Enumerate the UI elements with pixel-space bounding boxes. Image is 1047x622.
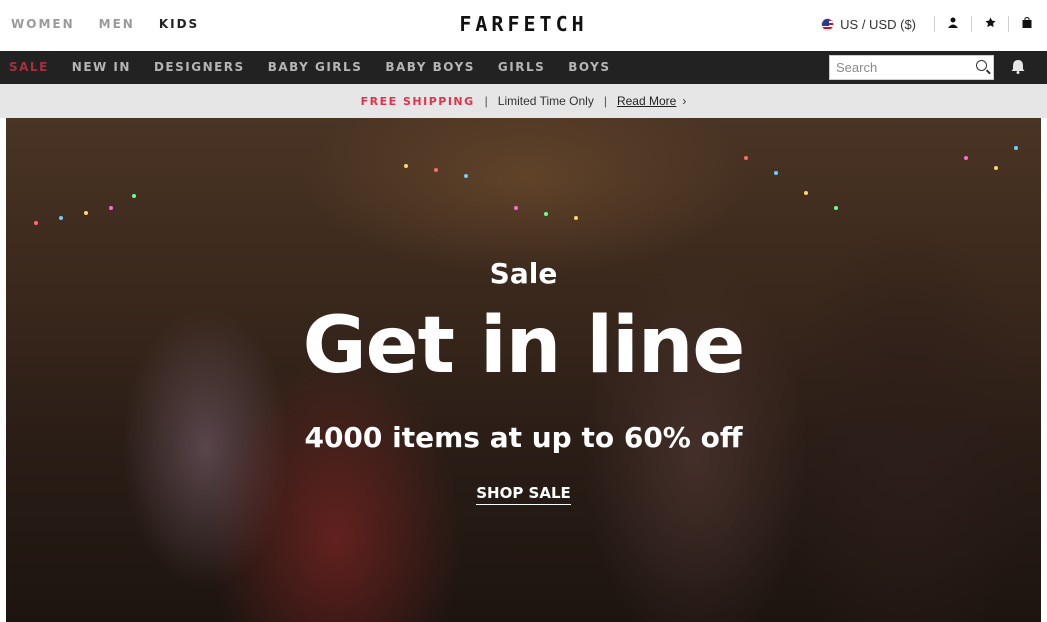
bag-icon[interactable] [1017,17,1037,31]
promo-separator: | [484,94,488,108]
account-icon[interactable] [943,17,963,31]
search-icon[interactable] [976,60,987,71]
shop-sale-link[interactable]: SHOP SALE [476,484,571,505]
category-links: SALE NEW IN DESIGNERS BABY GIRLS BABY BO… [9,60,611,74]
currency-selector[interactable]: US / USD ($) [821,17,926,32]
category-nav: SALE NEW IN DESIGNERS BABY GIRLS BABY BO… [0,51,1047,84]
cat-girls[interactable]: GIRLS [498,60,545,74]
cat-boys[interactable]: BOYS [568,60,610,74]
hero-eyebrow: Sale [489,257,558,290]
cat-baby-boys[interactable]: BABY BOYS [385,60,475,74]
cat-designers[interactable]: DESIGNERS [154,60,245,74]
divider [934,16,935,32]
read-more-link[interactable]: Read More [617,94,676,108]
top-header: WOMEN MEN KIDS FARFETCH US / USD ($) [0,0,1047,51]
divider [971,16,972,32]
promo-banner: FREE SHIPPING | Limited Time Only | Read… [0,84,1047,118]
hero-subtitle: 4000 items at up to 60% off [304,421,743,454]
search-box [829,55,994,80]
us-flag-icon [821,17,835,31]
limited-time-text: Limited Time Only [497,94,594,108]
cat-new-in[interactable]: NEW IN [72,60,131,74]
cat-sale[interactable]: SALE [9,60,49,74]
header-actions: US / USD ($) [821,15,1037,33]
wishlist-star-icon[interactable] [980,17,1000,31]
cat-baby-girls[interactable]: BABY GIRLS [268,60,363,74]
notification-bell-icon[interactable] [1011,59,1025,79]
search-input[interactable] [830,56,970,79]
hero-cta-wrap: SHOP SALE [6,484,1041,505]
promo-separator: | [603,94,607,108]
divider [1008,16,1009,32]
free-shipping-label: FREE SHIPPING [360,94,475,108]
currency-label: US / USD ($) [840,16,916,32]
chevron-right-icon: › [682,94,687,108]
hero-banner[interactable]: Sale Get in line 4000 items at up to 60%… [6,118,1041,622]
hero-title: Get in line [302,301,746,391]
